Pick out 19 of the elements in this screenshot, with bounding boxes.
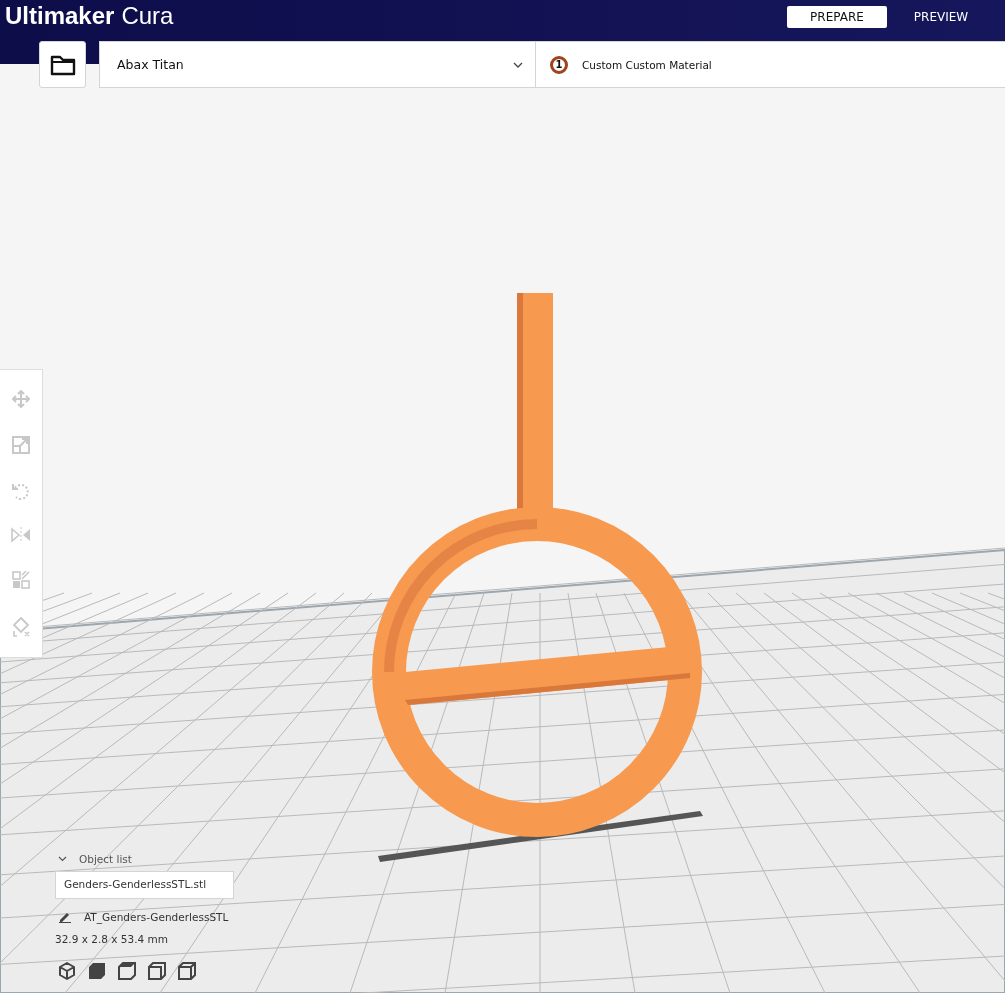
stage-tab[interactable]: PREVIEW xyxy=(891,6,991,28)
top-view-icon[interactable] xyxy=(117,961,137,981)
folder-icon xyxy=(49,53,76,76)
pencil-icon xyxy=(58,911,72,923)
chevron-down-icon xyxy=(58,856,67,862)
open-file-button[interactable] xyxy=(39,41,86,88)
left-view-icon[interactable] xyxy=(147,961,167,981)
object-list-item[interactable]: Genders-GenderlessSTL.stl xyxy=(55,871,234,899)
chevron-down-icon xyxy=(513,61,523,68)
object-name: AT_Genders-GenderlessSTL xyxy=(84,911,229,923)
right-view-icon[interactable] xyxy=(177,961,197,981)
object-list-toggle[interactable]: Object list xyxy=(55,853,234,865)
app-brand: Ultimaker xyxy=(5,2,115,30)
app-name: Cura xyxy=(121,2,174,30)
object-dimensions: 32.9 x 2.8 x 53.4 mm xyxy=(55,933,170,945)
front-view-icon[interactable] xyxy=(87,961,107,981)
3d-view-icon[interactable] xyxy=(57,961,77,981)
stage-tab[interactable]: PREPARE xyxy=(787,6,887,28)
extruder-badge: 1 xyxy=(550,55,568,74)
